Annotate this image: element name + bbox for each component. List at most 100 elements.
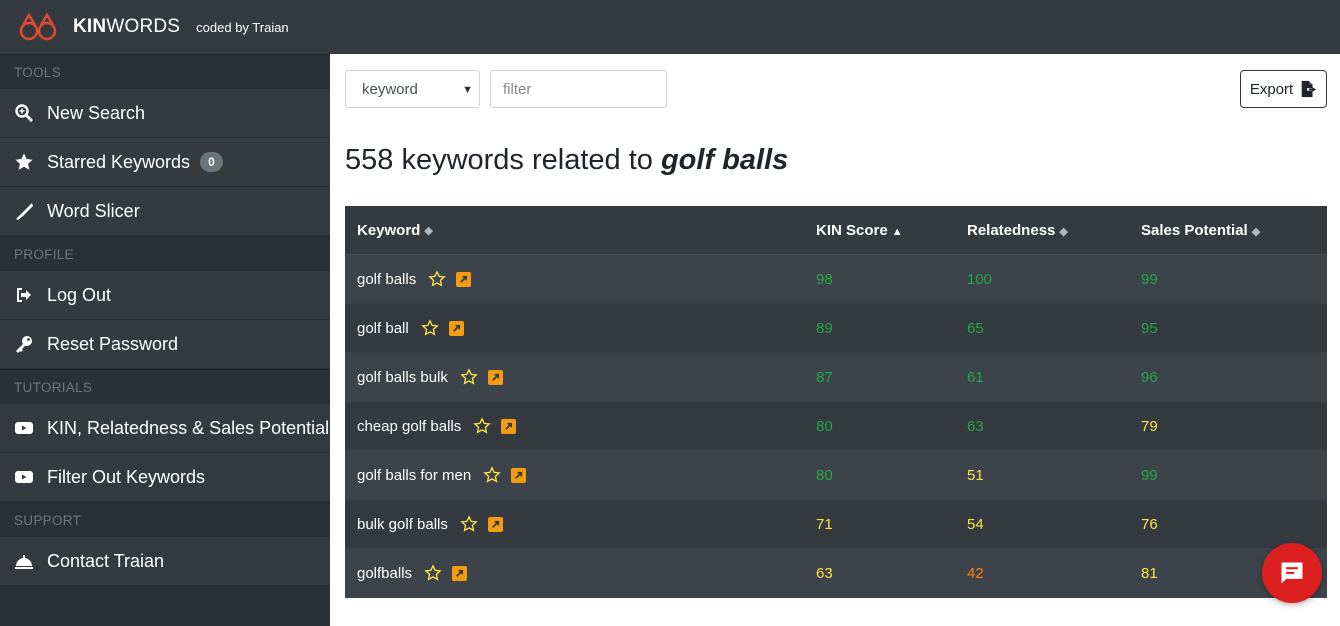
- top-navbar: KINWORDS coded by Traian: [0, 0, 1340, 54]
- main-content: keyword ▼ filter Export 558 keywords rel…: [330, 54, 1340, 626]
- keyword-text[interactable]: bulk golf balls: [357, 516, 448, 533]
- file-export-icon: [1301, 80, 1317, 98]
- star-outline-icon[interactable]: [473, 417, 492, 435]
- relatedness-cell: 63: [967, 417, 984, 435]
- external-link-icon[interactable]: [452, 565, 468, 581]
- relatedness-cell: 61: [967, 368, 984, 386]
- sidebar-item-label: Word Slicer: [47, 200, 140, 221]
- sales-potential-cell: 76: [1141, 515, 1158, 533]
- star-outline-icon[interactable]: [428, 270, 446, 288]
- relatedness-cell: 100: [967, 270, 993, 288]
- sidebar-item-contact[interactable]: Contact Traian: [0, 537, 330, 586]
- sidebar-item-label: Contact Traian: [47, 550, 165, 571]
- external-link-icon[interactable]: [487, 369, 503, 385]
- export-label: Export: [1249, 80, 1294, 98]
- kin-score-cell: 80: [816, 417, 833, 435]
- keyword-text[interactable]: golf balls: [357, 271, 416, 288]
- sidebar-item-label: Log Out: [47, 284, 112, 305]
- sidebar-item-new-search[interactable]: New Search: [0, 89, 330, 138]
- sidebar-item-reset-password[interactable]: Reset Password: [0, 320, 330, 369]
- kin-score-cell: 98: [816, 270, 833, 288]
- table-row: golf balls 98 100 99: [345, 255, 1327, 304]
- keyword-cell: golf balls for men: [345, 466, 804, 484]
- keyword-text[interactable]: golf balls for men: [357, 467, 471, 484]
- query-term: golf balls: [660, 144, 789, 176]
- keyword-cell: golfballs: [345, 564, 804, 582]
- kin-score-cell: 89: [816, 319, 833, 337]
- star-outline-icon[interactable]: [424, 564, 442, 582]
- chevron-down-icon: ▼: [462, 84, 473, 96]
- keyword-cell: bulk golf balls: [345, 515, 804, 533]
- sidebar-item-label: Filter Out Keywords: [47, 466, 206, 487]
- keyword-cell: golf ball: [345, 319, 804, 337]
- filter-input[interactable]: filter: [490, 70, 667, 108]
- table-row: golf ball 89 65 95: [345, 304, 1327, 353]
- relatedness-cell: 65: [967, 319, 984, 337]
- key-icon: [13, 333, 35, 355]
- keyword-cell: cheap golf balls: [345, 417, 804, 435]
- sidebar-item-kin-tutorial[interactable]: KIN, Relatedness & Sales Potential: [0, 404, 330, 453]
- sidebar-item-label: New Search: [47, 102, 146, 123]
- column-select[interactable]: keyword ▼: [345, 70, 480, 108]
- sales-potential-cell: 96: [1141, 368, 1158, 386]
- chat-icon: [1281, 562, 1303, 584]
- sidebar-item-label: Starred Keywords: [47, 151, 191, 172]
- sort-asc-icon: ▲: [891, 225, 903, 238]
- keywords-table: Keyword ◆ KIN Score ▲ Relatedness ◆ Sales P…: [345, 206, 1327, 598]
- sales-potential-cell: 99: [1141, 270, 1158, 288]
- external-link-icon[interactable]: [501, 418, 517, 434]
- search-plus-icon: [13, 102, 35, 124]
- section-profile-title: PROFILE: [0, 236, 330, 271]
- column-header-keyword[interactable]: Keyword ◆: [345, 222, 804, 239]
- kin-score-cell: 87: [816, 368, 833, 386]
- keyword-cell: golf balls bulk: [345, 368, 804, 386]
- sidebar-item-word-slicer[interactable]: Word Slicer: [0, 187, 330, 236]
- star-outline-icon[interactable]: [420, 319, 439, 337]
- star-icon: [13, 151, 35, 173]
- sidebar-item-filter-tutorial[interactable]: Filter Out Keywords: [0, 453, 330, 502]
- knife-icon: [13, 200, 35, 222]
- keyword-cell: golf balls: [345, 270, 804, 288]
- youtube-icon: [13, 466, 35, 488]
- relatedness-cell: 42: [967, 564, 984, 582]
- section-tutorials-title: TUTORIALS: [0, 369, 330, 404]
- sales-potential-cell: 79: [1141, 417, 1158, 435]
- column-header-kin-score[interactable]: KIN Score ▲: [804, 222, 955, 239]
- keyword-text[interactable]: golf balls bulk: [357, 369, 448, 386]
- external-link-icon[interactable]: [456, 271, 472, 287]
- export-button[interactable]: Export: [1240, 70, 1327, 108]
- chat-button[interactable]: [1262, 543, 1322, 603]
- starred-count-badge: 0: [200, 152, 223, 172]
- external-link-icon[interactable]: [448, 320, 464, 336]
- kin-score-cell: 63: [816, 564, 833, 582]
- table-row: golf balls bulk 87 61 96: [345, 353, 1327, 402]
- external-link-icon[interactable]: [511, 467, 527, 483]
- page-title: 558 keywords related to golf balls: [345, 144, 789, 176]
- kin-score-cell: 80: [816, 466, 833, 484]
- star-outline-icon[interactable]: [483, 466, 502, 484]
- sidebar: TOOLS New Search Starred Keywords 0 Word…: [0, 54, 330, 626]
- table-row: cheap golf balls 80 63 79: [345, 402, 1327, 451]
- sidebar-item-label: KIN, Relatedness & Sales Potential: [47, 417, 330, 438]
- logo-icon[interactable]: [18, 12, 60, 42]
- star-outline-icon[interactable]: [460, 515, 478, 533]
- column-header-sales-potential[interactable]: Sales Potential ◆: [1129, 222, 1327, 239]
- star-outline-icon[interactable]: [460, 368, 478, 386]
- concierge-bell-icon: [13, 550, 35, 572]
- external-link-icon[interactable]: [487, 516, 503, 532]
- sort-icon: ◆: [424, 224, 433, 237]
- sort-icon: ◆: [1059, 225, 1068, 238]
- brand-name[interactable]: KINWORDS: [73, 16, 180, 38]
- keyword-text[interactable]: golf ball: [357, 320, 409, 337]
- keyword-text[interactable]: golfballs: [357, 565, 412, 582]
- table-header: Keyword ◆ KIN Score ▲ Relatedness ◆ Sales P…: [345, 206, 1327, 255]
- keyword-text[interactable]: cheap golf balls: [357, 418, 461, 435]
- section-support-title: SUPPORT: [0, 502, 330, 537]
- relatedness-cell: 54: [967, 515, 984, 533]
- table-row: golf balls for men 80 51 99: [345, 451, 1327, 500]
- sidebar-item-starred-keywords[interactable]: Starred Keywords 0: [0, 138, 330, 187]
- section-tools-title: TOOLS: [0, 54, 330, 89]
- sidebar-item-log-out[interactable]: Log Out: [0, 271, 330, 320]
- table-row: bulk golf balls 71 54 76: [345, 500, 1327, 549]
- column-header-relatedness[interactable]: Relatedness ◆: [955, 222, 1129, 239]
